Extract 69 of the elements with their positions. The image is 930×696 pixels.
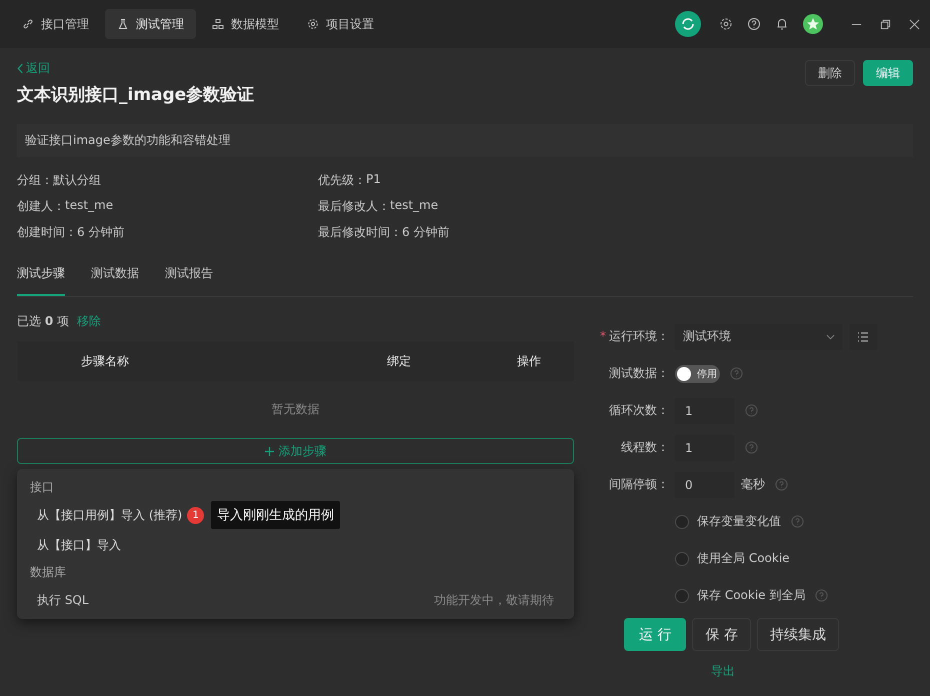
nav-tab[interactable]: 数据模型	[200, 9, 291, 39]
meta-label: 最后修改人：	[318, 198, 390, 215]
meta-value: test_me	[65, 198, 114, 214]
field-label: 线程数：	[620, 439, 669, 456]
meta-label: 创建人：	[17, 198, 65, 215]
add-step-button[interactable]: 添加步骤	[17, 438, 574, 464]
bell-icon[interactable]	[775, 17, 789, 31]
meta-value: 默认分组	[53, 172, 101, 189]
menu-item-note: 功能开发中，敬请期待	[434, 592, 554, 608]
settings-icon[interactable]	[719, 17, 733, 31]
meta-label: 分组：	[17, 172, 53, 189]
link-icon	[22, 18, 34, 30]
section-tab[interactable]: 测试报告	[165, 265, 213, 296]
sync-icon[interactable]	[675, 11, 701, 37]
action-button[interactable]: 持续集成	[756, 618, 839, 651]
nav-tab[interactable]: 测试管理	[105, 9, 196, 39]
delete-button[interactable]: 删除	[805, 60, 855, 86]
field-label: 循环次数：	[608, 402, 669, 419]
section-tab[interactable]: 测试数据	[91, 265, 139, 296]
restore-icon[interactable]	[880, 18, 891, 30]
avatar-icon[interactable]	[803, 14, 823, 34]
tooltip: 导入刚刚生成的用例	[211, 501, 340, 529]
option-label: 保存 Cookie 到全局	[697, 587, 806, 604]
nav-tab[interactable]: 项目设置	[295, 9, 386, 39]
option-label: 保存变量变化值	[697, 513, 781, 530]
unit-label: 毫秒	[741, 476, 765, 493]
column-header: 操作	[517, 352, 541, 370]
meta-value: test_me	[390, 198, 438, 214]
option-label: 使用全局 Cookie	[697, 550, 790, 567]
plus-icon	[264, 446, 274, 456]
field-label: 测试数据：	[608, 365, 669, 382]
meta-value: 6 分钟前	[77, 224, 124, 241]
chevron-down-icon	[826, 334, 835, 340]
meta-label: 创建时间：	[17, 224, 77, 241]
menu-item[interactable]: 从【接口】导入	[37, 536, 121, 554]
checkbox[interactable]	[675, 588, 689, 602]
action-button[interactable]: 保 存	[692, 618, 751, 651]
model-icon	[212, 18, 224, 30]
checkbox[interactable]	[675, 514, 689, 528]
field-label: 运行环境：	[609, 329, 669, 343]
step-badge: 1	[187, 506, 204, 524]
help-icon[interactable]	[747, 17, 761, 31]
required-mark: *	[600, 329, 606, 343]
toggle-switch[interactable]: 停用	[675, 364, 720, 382]
meta-label: 最后修改时间：	[318, 224, 402, 241]
meta-label: 优先级：	[318, 172, 366, 189]
column-header: 绑定	[387, 352, 412, 370]
list-icon	[857, 332, 869, 342]
description-text: 验证接口image参数的功能和容错处理	[25, 133, 230, 147]
meta-value: 6 分钟前	[402, 224, 450, 241]
page-title: 文本识别接口_image参数验证	[17, 84, 254, 106]
field-label: 间隔停顿：	[608, 476, 669, 493]
chevron-left-icon	[17, 63, 24, 74]
menu-group-title: 接口	[29, 479, 55, 496]
back-link[interactable]: 返回	[17, 60, 50, 77]
menu-group-title: 数据库	[29, 564, 67, 581]
nav-tab[interactable]: 接口管理	[10, 9, 101, 39]
flask-icon	[117, 18, 129, 30]
remove-link[interactable]: 移除	[77, 313, 102, 330]
gear-icon	[307, 18, 319, 30]
meta-value: P1	[366, 172, 381, 188]
menu-item[interactable]: 从【接口用例】导入 (推荐)	[37, 506, 182, 524]
export-link[interactable]: 导出	[711, 663, 735, 680]
selection-count: 已选 0 项	[17, 313, 70, 330]
empty-text: 暂无数据	[272, 401, 320, 418]
checkbox[interactable]	[675, 552, 689, 566]
column-header: 步骤名称	[81, 352, 130, 370]
section-tab[interactable]: 测试步骤	[17, 265, 65, 296]
close-icon[interactable]	[909, 18, 920, 30]
